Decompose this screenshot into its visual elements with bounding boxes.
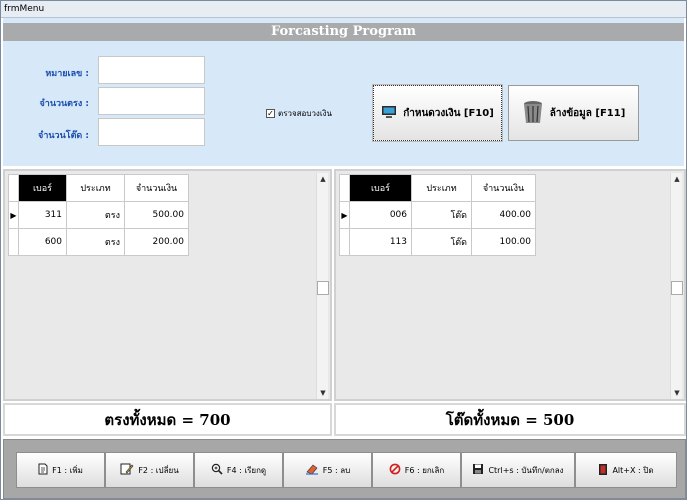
exit-icon — [598, 463, 608, 478]
vertical-scrollbar[interactable]: ▲ ▼ — [316, 173, 329, 399]
tod-table: เบอร์ ประเภท จำนวนเงิน ▶ 006 โต๊ด 400.00… — [339, 174, 536, 256]
cancel-button[interactable]: F6 : ยกเลิก — [372, 452, 461, 488]
save-button[interactable]: Ctrl+s : บันทึก/ตกลง — [461, 452, 575, 488]
table-header-row: เบอร์ ประเภท จำนวนเงิน — [339, 174, 536, 202]
program-banner: Forcasting Program — [3, 23, 684, 41]
command-toolbar: F1 : เพิ่ม F2 : เปลี่ยน F4 : เรียกดู F5 … — [3, 439, 686, 499]
save-label: Ctrl+s : บันทึก/ตกลง — [488, 465, 564, 475]
add-label: F1 : เพิ่ม — [52, 465, 83, 475]
cell-amount[interactable]: 200.00 — [124, 228, 189, 256]
window-title: frmMenu — [1, 1, 686, 18]
check-limit-label: ตรวจสอบวงเงิน — [278, 109, 332, 118]
cancel-icon — [389, 463, 401, 477]
cell-number[interactable]: 311 — [18, 201, 67, 229]
document-icon — [38, 463, 48, 477]
scroll-thumb[interactable] — [317, 281, 329, 295]
cell-number[interactable]: 006 — [349, 201, 412, 229]
table-header-row: เบอร์ ประเภท จำนวนเงิน — [8, 174, 189, 202]
scroll-up-icon[interactable]: ▲ — [671, 173, 683, 185]
straight-amount-label: จำนวนตรง : — [39, 99, 90, 109]
table-row[interactable]: 113 โต๊ด 100.00 — [339, 228, 536, 256]
cell-type[interactable]: ตรง — [66, 228, 125, 256]
straight-grid[interactable]: เบอร์ ประเภท จำนวนเงิน ▶ 311 ตรง 500.00 … — [3, 169, 332, 401]
cell-number[interactable]: 600 — [18, 228, 67, 256]
assign-limit-label: กำหนดวงเงิน [F10] — [403, 107, 494, 119]
delete-button[interactable]: F5 : ลบ — [283, 452, 372, 488]
tod-amount-input[interactable] — [98, 118, 205, 146]
tod-grid[interactable]: เบอร์ ประเภท จำนวนเงิน ▶ 006 โต๊ด 400.00… — [334, 169, 686, 401]
row-indicator-header — [8, 174, 19, 202]
current-row-indicator: ▶ — [339, 201, 350, 229]
change-button[interactable]: F2 : เปลี่ยน — [105, 452, 194, 488]
table-row[interactable]: ▶ 311 ตรง 500.00 — [8, 201, 189, 229]
input-panel: Forcasting Program หมายเลข : จำนวนตรง : … — [1, 18, 686, 168]
straight-total: ตรงทั้งหมด = 700 — [3, 403, 332, 436]
column-header-type[interactable]: ประเภท — [411, 174, 472, 202]
row-indicator-header — [339, 174, 350, 202]
clear-data-button[interactable]: ล้างข้อมูล [F11] — [508, 85, 639, 141]
change-label: F2 : เปลี่ยน — [138, 465, 179, 475]
number-input[interactable] — [98, 56, 205, 84]
table-row[interactable]: ▶ 006 โต๊ด 400.00 — [339, 201, 536, 229]
edit-icon — [120, 463, 134, 477]
eraser-icon — [305, 463, 319, 477]
number-label: หมายเลข : — [45, 69, 89, 79]
assign-limit-button[interactable]: กำหนดวงเงิน [F10] — [372, 84, 503, 142]
straight-amount-input[interactable] — [98, 87, 205, 115]
row-indicator — [339, 228, 350, 256]
current-row-indicator: ▶ — [8, 201, 19, 229]
check-limit-checkbox[interactable]: ✓ — [266, 109, 275, 118]
view-label: F4 : เรียกดู — [226, 465, 267, 475]
scroll-down-icon[interactable]: ▼ — [317, 387, 329, 399]
delete-label: F5 : ลบ — [322, 465, 351, 475]
close-button[interactable]: Alt+X : ปิด — [575, 452, 677, 488]
column-header-number[interactable]: เบอร์ — [349, 174, 412, 202]
check-limit-option[interactable]: ✓ ตรวจสอบวงเงิน — [266, 107, 332, 120]
cell-type[interactable]: ตรง — [66, 201, 125, 229]
cell-type[interactable]: โต๊ด — [411, 201, 472, 229]
cell-number[interactable]: 113 — [349, 228, 412, 256]
scroll-thumb[interactable] — [671, 281, 683, 295]
table-row[interactable]: 600 ตรง 200.00 — [8, 228, 189, 256]
tod-total: โต๊ดทั้งหมด = 500 — [334, 403, 686, 436]
cell-type[interactable]: โต๊ด — [411, 228, 472, 256]
computer-icon — [381, 104, 397, 122]
scroll-down-icon[interactable]: ▼ — [671, 387, 683, 399]
tod-amount-label: จำนวนโต๊ด : — [38, 131, 89, 141]
view-button[interactable]: F4 : เรียกดู — [194, 452, 283, 488]
cell-amount[interactable]: 100.00 — [471, 228, 536, 256]
cancel-label: F6 : ยกเลิก — [404, 465, 445, 475]
straight-table: เบอร์ ประเภท จำนวนเงิน ▶ 311 ตรง 500.00 … — [8, 174, 189, 256]
vertical-scrollbar[interactable]: ▲ ▼ — [670, 173, 683, 399]
app-window: frmMenu Forcasting Program หมายเลข : จำน… — [0, 0, 687, 500]
scroll-up-icon[interactable]: ▲ — [317, 173, 329, 185]
clear-data-label: ล้างข้อมูล [F11] — [549, 107, 626, 119]
trash-icon — [522, 99, 544, 127]
close-label: Alt+X : ปิด — [612, 465, 654, 475]
column-header-amount[interactable]: จำนวนเงิน — [471, 174, 536, 202]
column-header-number[interactable]: เบอร์ — [18, 174, 67, 202]
cell-amount[interactable]: 500.00 — [124, 201, 189, 229]
row-indicator — [8, 228, 19, 256]
cell-amount[interactable]: 400.00 — [471, 201, 536, 229]
add-button[interactable]: F1 : เพิ่ม — [16, 452, 105, 488]
column-header-amount[interactable]: จำนวนเงิน — [124, 174, 189, 202]
save-icon — [472, 463, 484, 477]
zoom-icon — [211, 463, 223, 477]
column-header-type[interactable]: ประเภท — [66, 174, 125, 202]
